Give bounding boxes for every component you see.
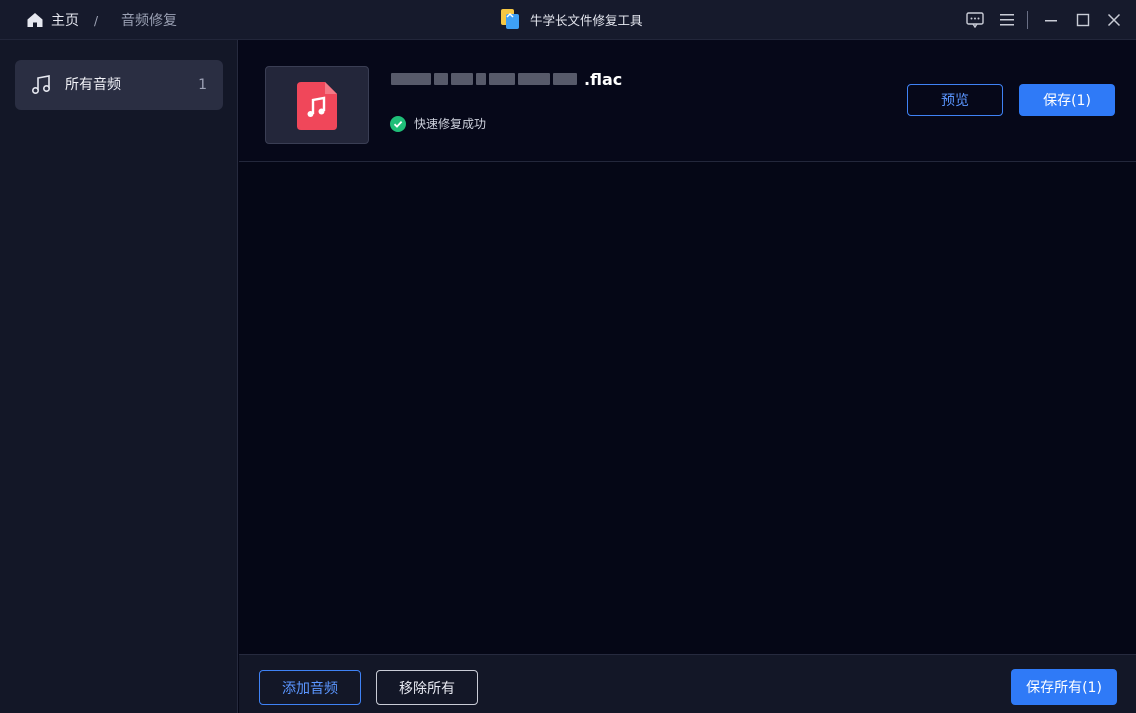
footer-toolbar: 添加音频 移除所有 保存所有(1) <box>239 654 1136 713</box>
sidebar-item-count: 1 <box>198 77 207 93</box>
remove-all-button[interactable]: 移除所有 <box>376 670 478 705</box>
preview-button[interactable]: 预览 <box>907 84 1003 116</box>
breadcrumb-current: 音频修复 <box>121 13 177 29</box>
audio-file-icon <box>297 82 337 130</box>
save-button[interactable]: 保存(1) <box>1019 84 1115 116</box>
music-note-icon <box>31 75 51 95</box>
sidebar-item-all-audio[interactable]: 所有音频 1 <box>15 60 223 110</box>
minimize-button[interactable] <box>1041 10 1061 30</box>
save-all-button[interactable]: 保存所有(1) <box>1011 669 1117 705</box>
app-window: 主页 / 音频修复 牛学长文件修复工具 所有音频 1 .flac 快速修复成功 … <box>0 0 1136 713</box>
home-icon[interactable] <box>26 12 44 28</box>
menu-button[interactable] <box>997 10 1017 30</box>
file-card: .flac 快速修复成功 预览 保存(1) <box>239 40 1136 162</box>
close-button[interactable] <box>1104 10 1124 30</box>
app-title: 牛学长文件修复工具 <box>530 13 643 28</box>
sidebar: 所有音频 1 <box>0 40 238 713</box>
repair-status: 快速修复成功 <box>414 117 487 131</box>
close-icon <box>1107 13 1121 27</box>
maximize-icon <box>1076 13 1090 27</box>
title-bar: 主页 / 音频修复 牛学长文件修复工具 <box>0 0 1136 40</box>
feedback-icon <box>966 12 984 28</box>
maximize-button[interactable] <box>1073 10 1093 30</box>
menu-icon <box>1000 14 1014 26</box>
breadcrumb-separator: / <box>94 14 99 28</box>
file-name: .flac <box>584 70 623 89</box>
check-circle-icon <box>390 116 406 132</box>
breadcrumb-home[interactable]: 主页 <box>51 12 79 30</box>
add-audio-button[interactable]: 添加音频 <box>259 670 361 705</box>
file-name-obscured <box>391 70 584 87</box>
titlebar-divider <box>1027 11 1028 29</box>
sidebar-item-label: 所有音频 <box>65 77 121 93</box>
feedback-button[interactable] <box>965 10 985 30</box>
main-content: .flac 快速修复成功 预览 保存(1) <box>239 40 1136 654</box>
minimize-icon <box>1045 20 1057 22</box>
app-logo-icon <box>501 9 519 29</box>
file-thumbnail[interactable] <box>265 66 369 144</box>
